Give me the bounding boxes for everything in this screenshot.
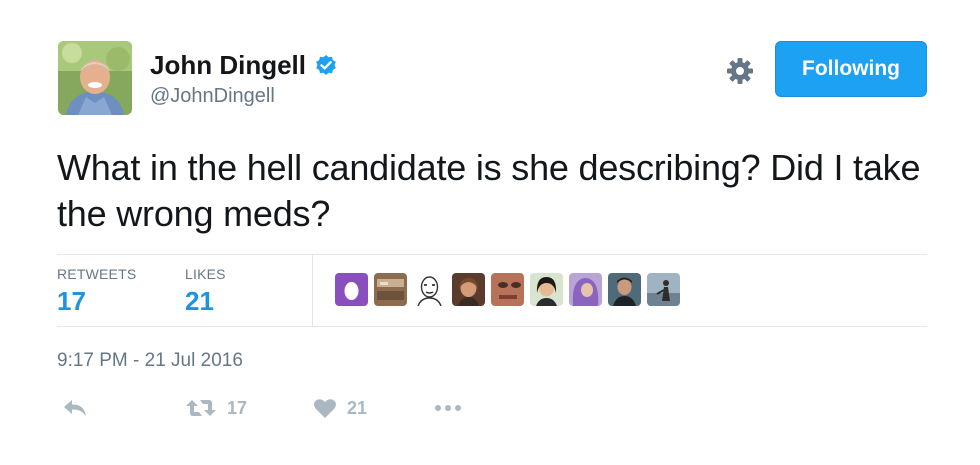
user-handle[interactable]: @JohnDingell	[150, 85, 275, 108]
tweet-timestamp[interactable]: 9:17 PM - 21 Jul 2016	[57, 350, 243, 372]
avatar-photo	[58, 41, 132, 115]
retweets-stat[interactable]: RETWEETS 17	[57, 266, 136, 317]
user-name-text: John Dingell	[150, 50, 306, 80]
more-button[interactable]	[432, 397, 464, 419]
closeup-face-avatar[interactable]	[491, 273, 524, 306]
sketch-face-avatar[interactable]	[413, 273, 446, 306]
retweet-icon	[186, 400, 216, 416]
gear-icon[interactable]	[725, 56, 755, 86]
heart-icon	[314, 399, 336, 418]
stats-separator	[312, 254, 313, 326]
likes-label: LIKES	[185, 266, 226, 282]
tweet-stats: RETWEETS 17 LIKES 21	[57, 254, 927, 326]
likes-count: 21	[185, 286, 214, 316]
more-dots-icon	[435, 405, 461, 411]
following-button[interactable]: Following	[775, 41, 927, 97]
retweet-button[interactable]: 17	[185, 397, 247, 419]
purple-hair-avatar[interactable]	[569, 273, 602, 306]
photo-avatar[interactable]	[374, 273, 407, 306]
reply-button[interactable]	[62, 397, 88, 419]
woman-avatar[interactable]	[452, 273, 485, 306]
verified-badge-icon	[316, 54, 336, 75]
egg-avatar[interactable]	[335, 273, 368, 306]
retweet-count: 17	[227, 397, 248, 418]
like-count: 21	[347, 397, 368, 418]
user-name[interactable]: John Dingell	[150, 50, 338, 81]
divider-bottom	[57, 326, 927, 327]
retweets-label: RETWEETS	[57, 266, 137, 282]
reply-icon	[64, 400, 86, 416]
likes-stat[interactable]: LIKES 21	[185, 266, 226, 317]
woman-smiling-avatar[interactable]	[530, 273, 563, 306]
likers-avatars	[335, 273, 680, 306]
tweet-text: What in the hell candidate is she descri…	[57, 147, 921, 234]
user-avatar[interactable]	[58, 41, 132, 115]
figure-avatar[interactable]	[647, 273, 680, 306]
retweets-count: 17	[57, 286, 86, 316]
like-button[interactable]: 21	[313, 397, 367, 419]
man-avatar[interactable]	[608, 273, 641, 306]
